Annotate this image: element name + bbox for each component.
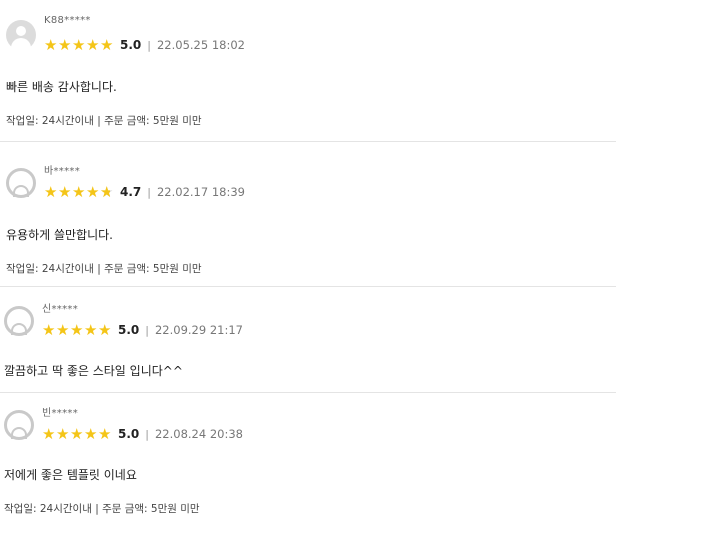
rating-row: ★ ★ ★ ★ ★ ★ 4.7 | 22.02.17 18:39	[44, 183, 245, 201]
review-order-info: 작업일: 24시간이내 | 주문 금액: 5만원 미만	[6, 115, 202, 127]
star-icon: ★	[58, 183, 71, 201]
star-icon: ★	[56, 321, 69, 339]
divider	[0, 286, 616, 287]
rating-row: ★ ★ ★ ★ ★ 5.0 | 22.09.29 21:17	[42, 321, 243, 339]
reviewer-name: 신*****	[42, 304, 78, 315]
review-text: 저에게 좋은 템플릿 이네요	[4, 468, 137, 482]
rating-score: 5.0	[118, 427, 140, 441]
reviewer-name: 바*****	[44, 166, 80, 177]
star-icon: ★	[86, 183, 99, 201]
rating-score: 5.0	[120, 38, 142, 52]
person-icon	[6, 20, 36, 50]
star-icon: ★	[72, 36, 85, 54]
rating-row: ★ ★ ★ ★ ★ 5.0 | 22.08.24 20:38	[42, 425, 243, 443]
star-icon: ★	[100, 36, 113, 54]
star-icon: ★	[70, 321, 83, 339]
person-outline-icon	[4, 410, 34, 440]
review-text: 빠른 배송 감사합니다.	[6, 80, 117, 94]
star-icon: ★	[72, 183, 85, 201]
separator: |	[145, 427, 149, 441]
divider	[0, 392, 616, 393]
separator: |	[147, 38, 151, 52]
review-date: 22.08.24 20:38	[154, 427, 243, 441]
review-order-info: 작업일: 24시간이내 | 주문 금액: 5만원 미만	[4, 503, 200, 515]
review-date: 22.09.29 21:17	[154, 323, 243, 337]
review-order-info: 작업일: 24시간이내 | 주문 금액: 5만원 미만	[6, 263, 202, 275]
star-rating: ★ ★ ★ ★ ★	[42, 425, 112, 443]
rating-score: 5.0	[118, 323, 140, 337]
star-icon: ★	[98, 321, 111, 339]
review-text: 깔끔하고 딱 좋은 스타일 입니다^^	[4, 364, 183, 378]
star-icon: ★	[42, 321, 55, 339]
reviewer-name: K88*****	[44, 15, 91, 26]
person-outline-icon	[4, 306, 34, 336]
star-icon: ★	[42, 425, 55, 443]
rating-row: ★ ★ ★ ★ ★ 5.0 | 22.05.25 18:02	[44, 36, 245, 54]
review-text: 유용하게 쓸만합니다.	[6, 228, 113, 242]
star-icon: ★	[56, 425, 69, 443]
reviewer-name: 빈*****	[42, 408, 78, 419]
star-rating: ★ ★ ★ ★ ★	[42, 321, 112, 339]
star-rating: ★ ★ ★ ★ ★ ★	[44, 183, 114, 201]
separator: |	[145, 323, 149, 337]
star-icon: ★	[86, 36, 99, 54]
review-date: 22.02.17 18:39	[156, 185, 245, 199]
star-icon: ★	[98, 425, 111, 443]
star-icon: ★	[44, 36, 57, 54]
star-rating: ★ ★ ★ ★ ★	[44, 36, 114, 54]
divider	[0, 141, 616, 142]
rating-score: 4.7	[120, 185, 142, 199]
star-icon: ★	[84, 321, 97, 339]
person-outline-icon	[6, 168, 36, 198]
separator: |	[147, 185, 151, 199]
star-icon: ★	[44, 183, 57, 201]
star-icon: ★	[70, 425, 83, 443]
star-icon: ★	[84, 425, 97, 443]
star-icon: ★ ★	[100, 183, 113, 201]
star-icon: ★	[58, 36, 71, 54]
review-date: 22.05.25 18:02	[156, 38, 245, 52]
